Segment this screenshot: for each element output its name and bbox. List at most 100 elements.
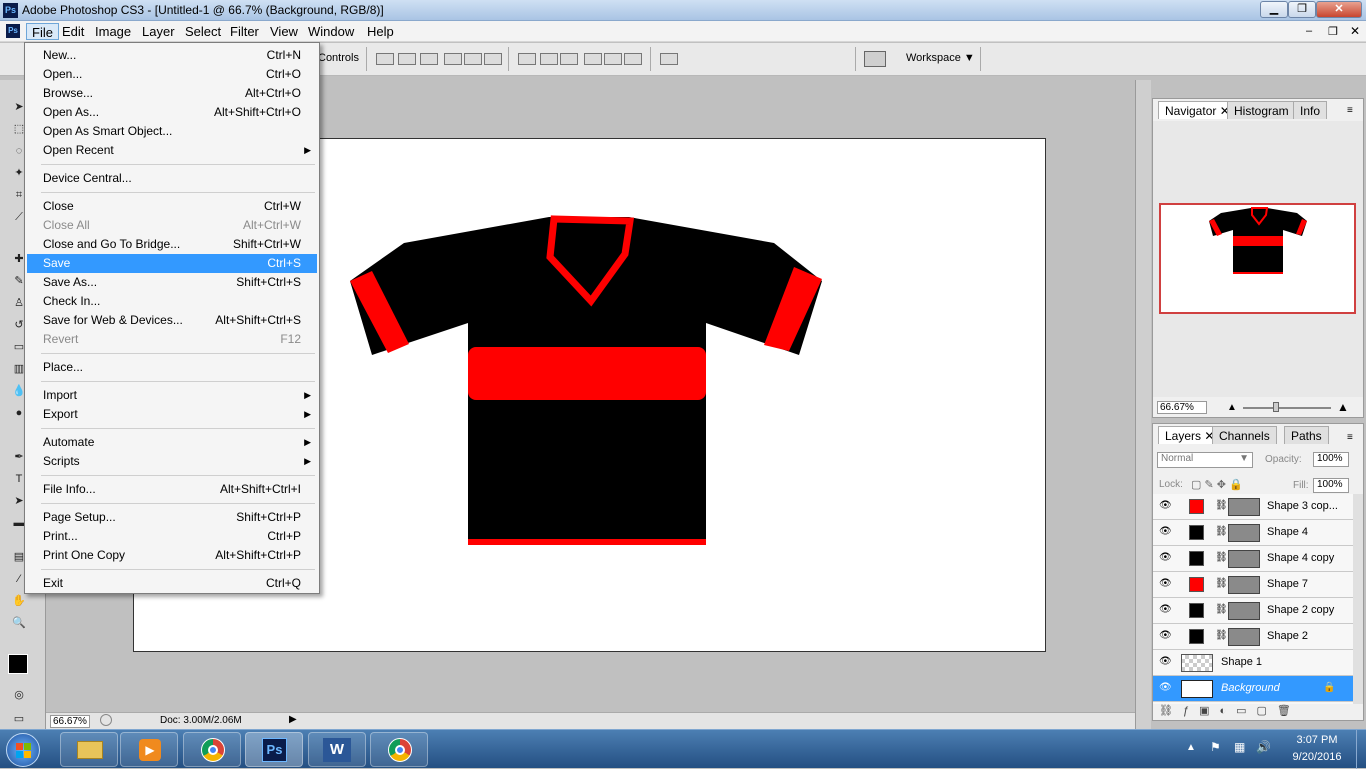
menu-view[interactable]: View	[265, 23, 303, 40]
menu-window[interactable]: Window	[303, 23, 359, 40]
menu-image[interactable]: Image	[90, 23, 136, 40]
lock-icons[interactable]: ▢ ✎ ✥ 🔒	[1191, 478, 1243, 491]
layer-row[interactable]: 👁 ⛓ Shape 3 cop...	[1153, 494, 1353, 520]
distribute-hcenter-icon[interactable]	[604, 53, 622, 65]
action-center-icon[interactable]: ⚑	[1210, 740, 1221, 754]
align-top-icon[interactable]	[376, 53, 394, 65]
status-arrow-icon[interactable]: ▶	[289, 714, 297, 725]
menu-item-close-and-go-to-bridge[interactable]: Close and Go To Bridge... Shift+Ctrl+W	[27, 235, 317, 254]
menu-file[interactable]: File	[26, 23, 59, 40]
tab-info[interactable]: Info	[1293, 101, 1328, 119]
menu-item-export[interactable]: Export ▶	[27, 405, 317, 424]
layer-row[interactable]: 👁 ⛓ Shape 2 copy	[1153, 598, 1353, 624]
doc-minimize-button[interactable]: ‒	[1306, 25, 1312, 37]
taskbar-chrome-2[interactable]	[370, 732, 428, 767]
menu-item-scripts[interactable]: Scripts ▶	[27, 452, 317, 471]
quick-mask-icon[interactable]: ◎	[12, 688, 26, 702]
menu-item-open-recent[interactable]: Open Recent ▶	[27, 141, 317, 160]
zoom-tool-icon[interactable]: 🔍	[12, 616, 26, 630]
menu-layer[interactable]: Layer	[137, 23, 180, 40]
menu-item-device-central[interactable]: Device Central...	[27, 169, 317, 188]
layer-row[interactable]: 👁 ⛓ Shape 7	[1153, 572, 1353, 598]
menu-item-automate[interactable]: Automate ▶	[27, 433, 317, 452]
menu-item-browse[interactable]: Browse... Alt+Ctrl+O	[27, 84, 317, 103]
show-desktop-button[interactable]	[1356, 730, 1366, 769]
taskbar-explorer[interactable]	[60, 732, 118, 767]
opacity-field[interactable]: 100%	[1313, 452, 1349, 467]
zoom-out-icon[interactable]: ▲	[1227, 402, 1237, 413]
menu-item-open-as-smart-object[interactable]: Open As Smart Object...	[27, 122, 317, 141]
distribute-left-icon[interactable]	[584, 53, 602, 65]
layer-row-selected[interactable]: 👁 Background 🔒	[1153, 676, 1353, 702]
menu-item-open-as[interactable]: Open As... Alt+Shift+Ctrl+O	[27, 103, 317, 122]
eye-icon[interactable]: 👁	[1159, 631, 1172, 641]
menu-select[interactable]: Select	[180, 23, 226, 40]
menu-item-save-as[interactable]: Save As... Shift+Ctrl+S	[27, 273, 317, 292]
menu-filter[interactable]: Filter	[225, 23, 264, 40]
eye-icon[interactable]: 👁	[1159, 605, 1172, 615]
layer-row[interactable]: 👁 ⛓ Shape 4	[1153, 520, 1353, 546]
taskbar-chrome[interactable]	[183, 732, 241, 767]
zoom-field[interactable]: 66.67%	[50, 715, 90, 728]
taskbar-photoshop[interactable]: Ps	[245, 732, 303, 767]
maximize-button[interactable]: ❐	[1288, 1, 1316, 18]
menu-edit[interactable]: Edit	[57, 23, 89, 40]
menu-item-exit[interactable]: Exit Ctrl+Q	[27, 574, 317, 593]
align-vertical-center-icon[interactable]	[398, 53, 416, 65]
clock-date[interactable]: 9/20/2016	[1286, 751, 1348, 763]
menu-item-check-in[interactable]: Check In...	[27, 292, 317, 311]
navigator-view-box[interactable]	[1159, 203, 1356, 314]
zoom-slider-handle[interactable]	[1273, 402, 1279, 412]
menu-item-new[interactable]: New... Ctrl+N	[27, 46, 317, 65]
workspace-menu[interactable]: Workspace ▼	[906, 52, 975, 64]
distribute-right-icon[interactable]	[624, 53, 642, 65]
eye-icon[interactable]: 👁	[1159, 553, 1172, 563]
bridge-icon[interactable]	[864, 51, 886, 67]
eye-icon[interactable]: 👁	[1159, 683, 1172, 693]
doc-restore-button[interactable]: ❐	[1328, 25, 1338, 38]
menu-item-save[interactable]: Save Ctrl+S	[27, 254, 317, 273]
show-hidden-icons[interactable]: ▲	[1186, 742, 1196, 753]
screen-mode-icon[interactable]: ▭	[12, 712, 26, 726]
menu-item-close-all[interactable]: Close All Alt+Ctrl+W	[27, 216, 317, 235]
navigator-zoom-field[interactable]: 66.67%	[1157, 401, 1207, 414]
start-button[interactable]	[6, 733, 40, 767]
show-transform-controls-label[interactable]: Controls	[318, 52, 359, 64]
fill-field[interactable]: 100%	[1313, 478, 1349, 493]
align-right-icon[interactable]	[484, 53, 502, 65]
menu-item-open[interactable]: Open... Ctrl+O	[27, 65, 317, 84]
tab-navigator[interactable]: Navigator ✕	[1158, 101, 1237, 119]
hand-tool-icon[interactable]: ✋	[12, 594, 26, 608]
doc-close-button[interactable]: ✕	[1350, 24, 1360, 38]
layer-actions-bar[interactable]: ⛓ƒ▣◐▭▢🗑	[1159, 704, 1301, 717]
layer-row[interactable]: 👁 ⛓ Shape 2	[1153, 624, 1353, 650]
auto-align-icon[interactable]	[660, 53, 678, 65]
eye-icon[interactable]: 👁	[1159, 579, 1172, 589]
menu-item-file-info[interactable]: File Info... Alt+Shift+Ctrl+I	[27, 480, 317, 499]
distribute-top-icon[interactable]	[518, 53, 536, 65]
volume-icon[interactable]: 🔊	[1256, 740, 1271, 754]
tab-histogram[interactable]: Histogram	[1227, 101, 1296, 119]
menu-item-print[interactable]: Print... Ctrl+P	[27, 527, 317, 546]
zoom-slider-track[interactable]	[1243, 407, 1331, 409]
menu-item-import[interactable]: Import ▶	[27, 386, 317, 405]
align-bottom-icon[interactable]	[420, 53, 438, 65]
eye-icon[interactable]: 👁	[1159, 527, 1172, 537]
menu-item-place[interactable]: Place...	[27, 358, 317, 377]
menu-item-revert[interactable]: Revert F12	[27, 330, 317, 349]
eye-icon[interactable]: 👁	[1159, 501, 1172, 511]
panel-menu-icon[interactable]: ≡	[1347, 432, 1353, 443]
layer-row[interactable]: 👁 Shape 1	[1153, 650, 1353, 676]
layers-scrollbar[interactable]	[1353, 494, 1363, 704]
minimize-button[interactable]: ▁	[1260, 1, 1288, 18]
network-icon[interactable]: ▦	[1234, 740, 1245, 754]
menu-help[interactable]: Help	[362, 23, 399, 40]
layer-row[interactable]: 👁 ⛓ Shape 4 copy	[1153, 546, 1353, 572]
align-horizontal-center-icon[interactable]	[464, 53, 482, 65]
menu-item-page-setup[interactable]: Page Setup... Shift+Ctrl+P	[27, 508, 317, 527]
panel-menu-icon[interactable]: ≡	[1347, 105, 1353, 116]
tab-channels[interactable]: Channels	[1212, 426, 1277, 444]
menu-item-print-one-copy[interactable]: Print One Copy Alt+Shift+Ctrl+P	[27, 546, 317, 565]
menu-item-close[interactable]: Close Ctrl+W	[27, 197, 317, 216]
clock-time[interactable]: 3:07 PM	[1292, 734, 1342, 746]
